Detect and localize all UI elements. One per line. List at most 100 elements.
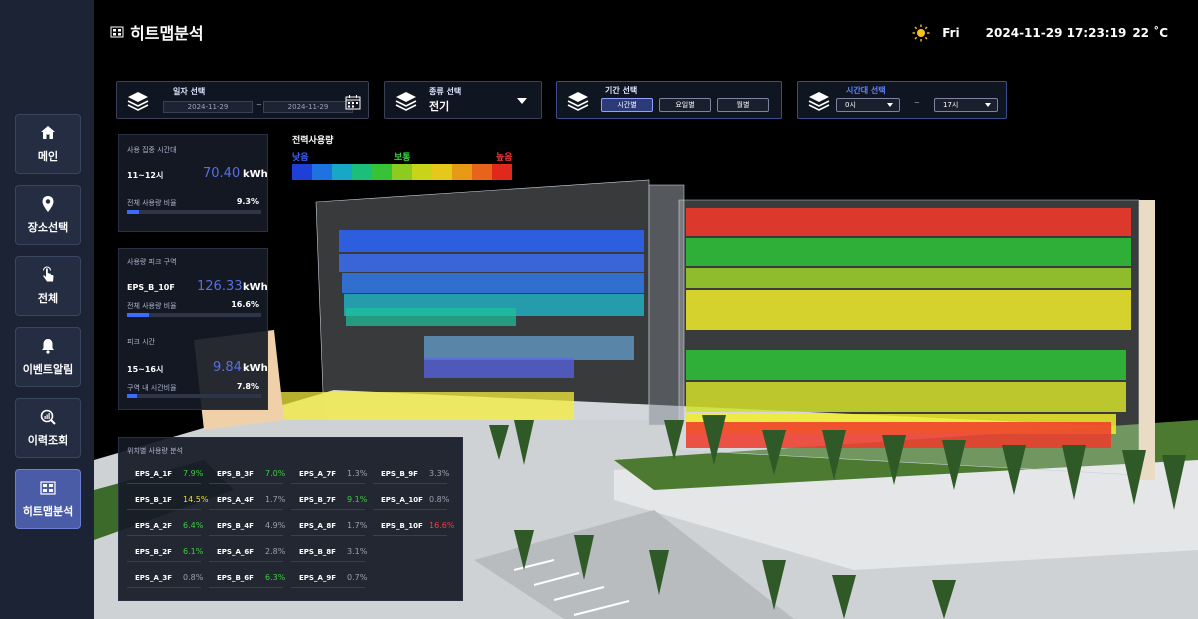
location-usage-item[interactable]: EPS_B_10F 16.6%: [373, 516, 454, 536]
ratio-value: 16.6%: [231, 300, 259, 309]
floor-zone: [686, 382, 1126, 412]
location-usage-item[interactable]: EPS_A_10F 0.8%: [373, 490, 449, 510]
date-filter: 일자 선택 2024-11-29 ~ 2024-11-29: [116, 81, 369, 119]
location-name: EPS_B_10F: [381, 522, 423, 530]
location-name: EPS_B_8F: [299, 548, 336, 556]
floor-zone: [274, 392, 574, 420]
location-ratio: 6.4%: [183, 521, 204, 530]
location-ratio: 4.9%: [265, 521, 286, 530]
location-usage-item[interactable]: EPS_B_9F 3.3%: [373, 464, 449, 484]
legend-swatch: [312, 164, 332, 180]
ratio-label: 전체 사용량 비율: [127, 199, 177, 207]
legend-swatch: [392, 164, 412, 180]
sidebar-item-label: 전체: [37, 292, 59, 305]
end-date-input[interactable]: 2024-11-29: [263, 101, 353, 113]
location-usage-item[interactable]: EPS_A_7F 1.3%: [291, 464, 368, 484]
ratio-value: 9.3%: [236, 197, 259, 206]
search-chart-icon: [40, 409, 56, 425]
location-ratio: 14.5%: [183, 495, 209, 504]
sidebar-item-main[interactable]: 메인: [15, 114, 81, 174]
location-usage-item[interactable]: EPS_A_1F 7.9%: [127, 464, 204, 484]
sidebar-item-label: 이력조회: [27, 434, 69, 447]
heatmap-icon: [40, 481, 56, 495]
peak-time-panel: 사용 집중 시간대 11~12시 70.40 kWh 전체 사용량 비율 9.3…: [118, 134, 268, 232]
location-usage-item[interactable]: EPS_B_6F 6.3%: [209, 568, 285, 588]
ratio-bar: [127, 210, 261, 214]
sidebar: 메인 장소선택 전체 이벤트알림 이력조회 히트맵분석: [0, 0, 94, 619]
location-usage-item[interactable]: EPS_B_7F 9.1%: [291, 490, 368, 510]
peak-zone-panel: 사용량 피크 구역 EPS_B_10F 126.33 kWh 전체 사용량 비율…: [118, 248, 268, 410]
peak-hour-range: 15~16시: [127, 365, 164, 374]
type-filter[interactable]: 종류 선택 전기: [384, 81, 542, 119]
location-ratio: 7.9%: [183, 469, 204, 478]
calendar-icon[interactable]: [345, 94, 361, 110]
location-name: EPS_A_6F: [217, 548, 255, 556]
sidebar-item-location[interactable]: 장소선택: [15, 185, 81, 245]
legend-swatch: [452, 164, 472, 180]
location-ratio: 0.8%: [183, 573, 204, 582]
end-hour-select[interactable]: 17시: [934, 98, 998, 112]
chevron-down-icon[interactable]: [517, 98, 527, 104]
location-name: EPS_A_9F: [299, 574, 337, 582]
location-name: EPS_A_1F: [135, 470, 173, 478]
ratio-bar-fill: [127, 313, 150, 317]
peak-zone-value: 126.33: [197, 279, 243, 294]
sidebar-item-heatmap[interactable]: 히트맵분석: [15, 469, 81, 529]
location-usage-item[interactable]: EPS_B_1F 14.5%: [127, 490, 208, 510]
peak-zone-unit: kWh: [243, 282, 268, 293]
page-title: 히트맵분석: [110, 20, 204, 44]
location-ratio: 0.7%: [347, 573, 368, 582]
location-ratio: 1.3%: [347, 469, 368, 478]
peak-zone-name: EPS_B_10F: [127, 283, 175, 292]
sidebar-item-event-alert[interactable]: 이벤트알림: [15, 327, 81, 387]
period-hourly-button[interactable]: 시간별: [601, 98, 653, 112]
floor-zone: [686, 268, 1131, 288]
sidebar-item-label: 이벤트알림: [22, 363, 74, 376]
ratio-label: 전체 사용량 비율: [127, 302, 177, 310]
legend-low-label: 낮음: [292, 153, 309, 163]
location-ratio: 9.1%: [347, 495, 368, 504]
location-usage-item[interactable]: EPS_B_4F 4.9%: [209, 516, 286, 536]
location-usage-item[interactable]: EPS_B_3F 7.0%: [209, 464, 285, 484]
sidebar-item-label: 메인: [37, 150, 59, 163]
peak-hour-value: 9.84: [213, 360, 242, 375]
type-select-value[interactable]: 전기: [429, 98, 449, 114]
datetime: 2024-11-29 17:23:19: [985, 26, 1127, 40]
start-hour-select[interactable]: 0시: [836, 98, 900, 112]
location-usage-item[interactable]: EPS_A_2F 6.4%: [127, 516, 204, 536]
facade-pillar: [1139, 200, 1155, 480]
location-usage-item[interactable]: EPS_B_2F 6.1%: [127, 542, 203, 562]
location-usage-item[interactable]: EPS_A_6F 2.8%: [209, 542, 286, 562]
start-date-input[interactable]: 2024-11-29: [163, 101, 253, 113]
panel-title: 사용량 피크 구역: [127, 258, 177, 266]
layers-icon: [395, 92, 417, 111]
legend-swatch: [412, 164, 432, 180]
location-usage-item[interactable]: EPS_A_4F 1.7%: [209, 490, 286, 510]
location-usage-item[interactable]: EPS_A_3F 0.8%: [127, 568, 204, 588]
location-usage-item[interactable]: EPS_B_8F 3.1%: [291, 542, 367, 562]
layers-icon: [567, 92, 589, 111]
temperature: 22 ˚C: [1132, 26, 1168, 40]
location-name: EPS_A_2F: [135, 522, 173, 530]
floor-zone: [424, 336, 634, 360]
legend-swatch: [372, 164, 392, 180]
location-name: EPS_B_3F: [217, 470, 254, 478]
home-icon: [41, 126, 55, 139]
period-monthly-button[interactable]: 월별: [717, 98, 769, 112]
sidebar-item-history[interactable]: 이력조회: [15, 398, 81, 458]
period-weekday-button[interactable]: 요일별: [659, 98, 711, 112]
date-filter-title: 일자 선택: [173, 87, 206, 96]
floor-zone: [346, 308, 516, 326]
location-name: EPS_A_7F: [299, 470, 337, 478]
location-usage-item[interactable]: EPS_A_9F 0.7%: [291, 568, 368, 588]
location-usage-item[interactable]: EPS_A_8F 1.7%: [291, 516, 367, 536]
legend-title: 전력사용량: [292, 136, 334, 146]
location-ratio: 2.8%: [265, 547, 286, 556]
peak-time-range: 11~12시: [127, 171, 164, 180]
legend-swatch: [492, 164, 512, 180]
page-title-text: 히트맵분석: [130, 24, 204, 43]
location-ratio: 1.7%: [265, 495, 286, 504]
location-name: EPS_A_3F: [135, 574, 173, 582]
peak-ratio-label: 구역 내 시간비율: [127, 384, 177, 392]
sidebar-item-all[interactable]: 전체: [15, 256, 81, 316]
